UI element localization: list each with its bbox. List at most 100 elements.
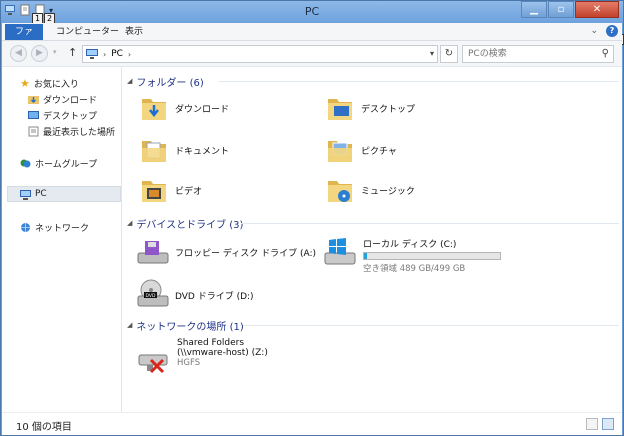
folder-item-label: ドキュメント xyxy=(175,146,230,157)
folder-item-label: ピクチャ xyxy=(361,146,397,157)
address-dropdown-icon[interactable]: ▾ xyxy=(430,49,434,58)
maximize-button[interactable]: ▫ xyxy=(548,1,574,18)
breadcrumb-pc[interactable]: PC xyxy=(111,49,123,59)
disconnected-network-drive-icon xyxy=(138,354,168,374)
item-count: 10 個の項目 xyxy=(16,422,72,433)
network-location-type: HGFS xyxy=(177,358,201,368)
star-icon: ★ xyxy=(20,76,30,90)
folder-item-documents[interactable]: ドキュメント xyxy=(139,135,229,165)
tab-file[interactable]: ファイル xyxy=(5,24,43,53)
documents-folder-icon xyxy=(142,141,166,162)
search-input[interactable] xyxy=(463,46,593,62)
drive-name: DVD ドライブ (D:) xyxy=(175,292,254,302)
search-icon[interactable]: ⚲ xyxy=(602,48,609,59)
drive-item-dvd[interactable]: DVD DVD ドライブ (D:) xyxy=(137,279,254,309)
folder-item-label: ミュージック xyxy=(361,186,415,197)
videos-folder-icon xyxy=(142,181,166,202)
ribbon-tabs: ファイル コンピューター 表示 ⌄ ? xyxy=(2,23,622,53)
sidebar-item-desktop[interactable]: デスクトップ xyxy=(28,107,97,123)
group-title: ネットワークの場所 (1) xyxy=(136,321,244,333)
network-icon xyxy=(21,222,30,232)
close-button[interactable]: ✕ xyxy=(575,1,619,18)
search-box[interactable]: ⚲ xyxy=(462,45,614,63)
drive-name: フロッピー ディスク ドライブ (A:) xyxy=(175,249,317,259)
forward-button[interactable]: ▶ xyxy=(31,45,48,62)
folder-item-music[interactable]: ミュージック xyxy=(325,175,415,205)
sidebar-item-label: ホームグループ xyxy=(35,159,98,170)
sidebar-item-label: ダウンロード xyxy=(43,95,98,106)
window-controls: ▁ ▫ ✕ xyxy=(521,1,619,18)
group-header-folders[interactable]: ◢ フォルダー (6) xyxy=(127,74,619,89)
drive-free-space: 空き領域 489 GB/499 GB xyxy=(363,264,466,274)
explorer-window: ▾ PC ▁ ▫ ✕ 1 2 F C V E ファイル コンピューター 表示 ⌄… xyxy=(0,0,624,436)
sidebar-item-downloads[interactable]: ダウンロード xyxy=(28,91,97,107)
drive-item-local-disk[interactable]: ローカル ディスク (C:) 空き領域 489 GB/499 GB xyxy=(323,237,501,274)
group-header-drives[interactable]: ◢ デバイスとドライブ (3) xyxy=(127,216,619,231)
svg-text:DVD: DVD xyxy=(146,293,156,299)
sidebar-item-label: PC xyxy=(35,189,47,199)
folder-item-label: ダウンロード xyxy=(175,104,230,115)
recent-locations-icon[interactable]: ▾ xyxy=(53,48,57,56)
title-bar: ▾ PC ▁ ▫ ✕ xyxy=(1,1,623,23)
minimize-button[interactable]: ▁ xyxy=(521,1,547,18)
address-bar-row: ◀ ▶ ▾ ↑ › PC › ▾ ↻ ⚲ xyxy=(2,41,622,67)
collapse-chevron-icon[interactable]: ◢ xyxy=(127,219,132,227)
details-view-icon[interactable] xyxy=(586,418,598,430)
group-divider xyxy=(241,223,619,224)
disk-usage-bar xyxy=(363,252,501,260)
floppy-drive-icon xyxy=(137,241,169,264)
download-folder-icon xyxy=(142,99,166,120)
address-field[interactable]: › PC › ▾ xyxy=(82,45,438,63)
homegroup-icon xyxy=(20,159,31,167)
network-location-path: (\\vmware-host) (Z:) xyxy=(177,348,268,358)
sidebar-item-label: デスクトップ xyxy=(43,111,98,122)
help-icon[interactable]: ? xyxy=(606,25,618,37)
collapse-chevron-icon[interactable]: ◢ xyxy=(127,321,132,329)
dvd-drive-icon: DVD xyxy=(137,279,169,307)
large-icons-view-icon[interactable] xyxy=(602,418,614,430)
ribbon-expand-icon[interactable]: ⌄ xyxy=(590,26,598,36)
folder-item-downloads[interactable]: ダウンロード xyxy=(139,93,229,123)
group-divider xyxy=(219,81,619,82)
group-title: デバイスとドライブ (3) xyxy=(136,219,244,231)
up-button[interactable]: ↑ xyxy=(68,46,77,59)
sidebar-item-network[interactable]: ネットワーク xyxy=(20,219,89,235)
pictures-folder-icon xyxy=(328,141,352,162)
music-folder-icon xyxy=(328,181,352,202)
windows-drive-icon xyxy=(324,238,356,265)
folder-item-pictures[interactable]: ピクチャ xyxy=(325,135,397,165)
folder-item-videos[interactable]: ビデオ xyxy=(139,175,202,205)
view-switcher xyxy=(586,418,614,430)
status-bar: 10 個の項目 xyxy=(2,412,622,435)
tab-view[interactable]: 表示 xyxy=(119,24,149,40)
computer-icon xyxy=(86,49,98,59)
network-location-name: Shared Folders xyxy=(177,338,245,348)
sidebar-item-label: お気に入り xyxy=(33,79,79,90)
desktop-folder-icon xyxy=(328,99,352,120)
folder-item-label: デスクトップ xyxy=(361,104,416,115)
network-location-item[interactable]: Shared Folders (\\vmware-host) (Z:) HGFS xyxy=(137,337,268,377)
sidebar-item-favorites[interactable]: ★ お気に入り xyxy=(20,75,79,91)
disk-usage-fill xyxy=(364,253,367,259)
drive-name: ローカル ディスク (C:) xyxy=(363,240,457,250)
recent-places-icon xyxy=(28,126,39,136)
computer-icon xyxy=(20,189,31,200)
download-folder-icon xyxy=(28,95,39,104)
group-title: フォルダー (6) xyxy=(136,77,204,89)
group-divider xyxy=(243,325,619,326)
drive-item-floppy[interactable]: フロッピー ディスク ドライブ (A:) xyxy=(137,239,316,267)
sidebar-item-pc[interactable]: PC xyxy=(7,186,121,202)
breadcrumb-separator-icon[interactable]: › xyxy=(128,50,131,59)
group-header-network[interactable]: ◢ ネットワークの場所 (1) xyxy=(127,318,619,333)
folder-item-desktop[interactable]: デスクトップ xyxy=(325,93,415,123)
content-area: ★ お気に入り ダウンロード デスクトップ 最近表示した場所 ホームグループ P… xyxy=(2,67,622,412)
sidebar-item-homegroup[interactable]: ホームグループ xyxy=(20,155,97,171)
refresh-button[interactable]: ↻ xyxy=(440,45,458,63)
collapse-chevron-icon[interactable]: ◢ xyxy=(127,77,132,85)
folder-item-label: ビデオ xyxy=(175,186,203,197)
items-view: ◢ フォルダー (6) ダウンロード デスクトップ ドキュメント ピクチャ ビデ… xyxy=(123,67,622,412)
sidebar-item-recent-places[interactable]: 最近表示した場所 xyxy=(28,123,115,139)
tab-computer[interactable]: コンピューター xyxy=(50,24,125,40)
breadcrumb-separator-icon[interactable]: › xyxy=(103,50,106,59)
back-button[interactable]: ◀ xyxy=(10,45,27,62)
